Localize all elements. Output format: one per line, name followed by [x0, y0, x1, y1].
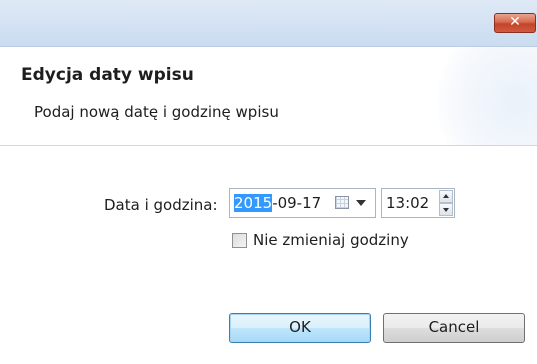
- time-increment-button[interactable]: [439, 190, 453, 203]
- time-value[interactable]: 13:02: [386, 194, 429, 212]
- keep-time-label[interactable]: Nie zmieniaj godziny: [253, 231, 409, 249]
- header-decoration: [437, 47, 537, 145]
- cancel-button[interactable]: Cancel: [383, 313, 525, 343]
- dialog-subtitle: Podaj nową datę i godzinę wpisu: [34, 103, 279, 121]
- date-value[interactable]: 2015-09-17: [234, 194, 321, 212]
- dialog-title: Edycja daty wpisu: [21, 65, 194, 85]
- dialog-header: Edycja daty wpisu Podaj nową datę i godz…: [0, 47, 537, 146]
- date-year-selected: 2015: [234, 194, 273, 212]
- close-icon: ✕: [509, 14, 521, 30]
- ok-button[interactable]: OK: [229, 313, 371, 343]
- date-picker[interactable]: 2015-09-17: [229, 188, 376, 218]
- chevron-down-icon[interactable]: [356, 200, 366, 206]
- datetime-label: Data i godzina:: [104, 196, 218, 214]
- keep-time-checkbox[interactable]: [232, 233, 247, 248]
- arrow-down-icon: [443, 208, 449, 212]
- time-decrement-button[interactable]: [439, 203, 453, 216]
- date-month-day: -09-17: [272, 194, 322, 212]
- calendar-icon[interactable]: [335, 196, 349, 209]
- arrow-up-icon: [443, 194, 449, 198]
- time-spinner[interactable]: 13:02: [381, 188, 455, 218]
- title-bar: ✕: [0, 0, 537, 47]
- close-button[interactable]: ✕: [494, 13, 536, 33]
